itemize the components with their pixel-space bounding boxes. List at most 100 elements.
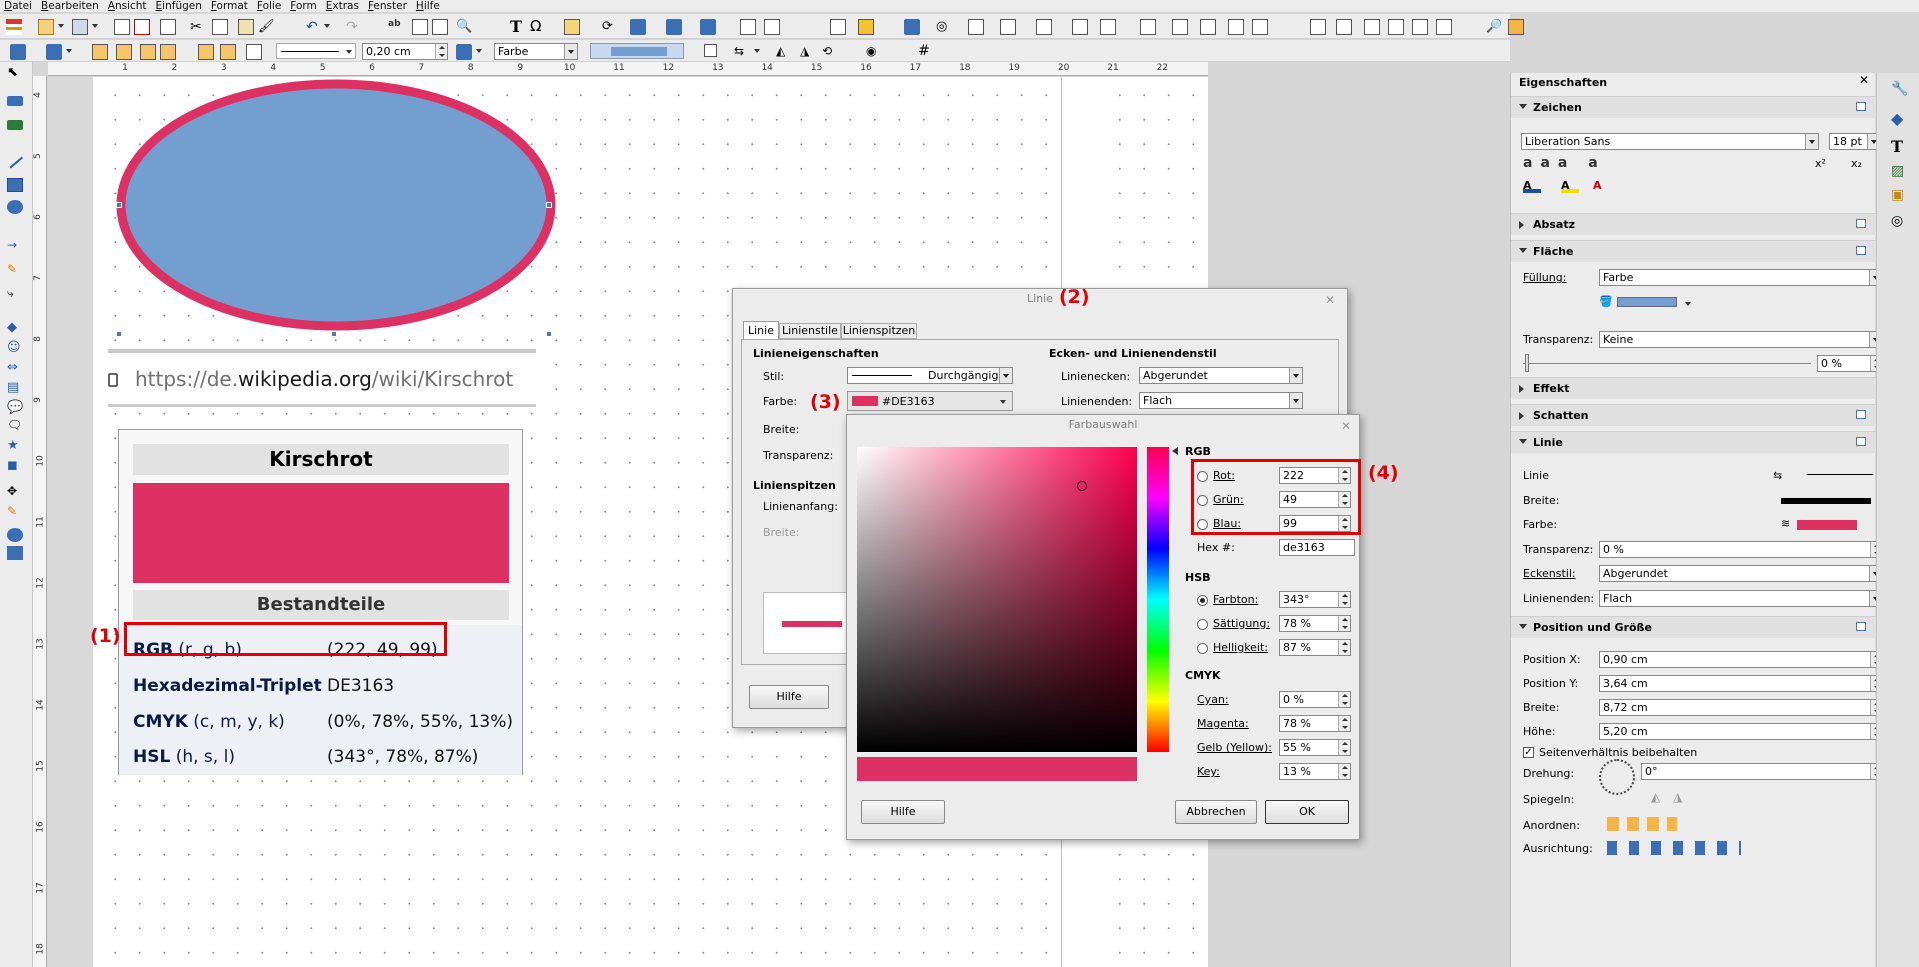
chart-icon[interactable] [1140,19,1156,35]
corner-style-select[interactable]: Abgerundet [1599,565,1883,582]
3d-objects-icon[interactable]: ◼ [7,458,23,473]
points-tool-icon[interactable]: ✥ [7,484,23,498]
brightness-input[interactable]: 87 % [1279,639,1351,656]
pos-y-input[interactable]: 3,64 cm [1599,675,1883,692]
distribute-icon[interactable] [700,19,716,35]
line-style-preview[interactable] [1807,474,1873,475]
key-input[interactable]: 13 % [1279,763,1351,780]
rotation-input[interactable]: 0° [1641,763,1883,780]
paste-icon[interactable] [238,19,254,35]
chevron-down-icon[interactable] [754,49,760,53]
hue-radio[interactable] [1197,595,1208,606]
menu-bearbeiten[interactable]: Bearbeiten [41,0,99,12]
transformations-icon[interactable]: ⟳ [602,19,618,35]
shapes-diamond-icon[interactable]: ◆ [1891,109,1903,128]
line-style-select[interactable] [276,43,356,59]
ellipse-body[interactable] [116,79,556,331]
copy-icon[interactable] [212,19,228,35]
color-select[interactable]: #DE3163 [847,391,1013,411]
line-color-swatch[interactable] [1797,520,1857,530]
close-icon[interactable]: ✕ [1325,293,1335,307]
navigator-compass-icon[interactable]: ◎ [1891,213,1903,229]
rotate-icon[interactable] [1072,19,1088,35]
magenta-input[interactable]: 78 % [1279,715,1351,732]
yellow-input[interactable]: 55 % [1279,739,1351,756]
selection-handle[interactable] [116,202,122,208]
points-edit-icon[interactable]: ◉ [866,44,882,60]
section-linie[interactable]: Linie [1511,431,1876,453]
ellipse-alt-icon[interactable] [7,528,23,542]
fill-color-swatch[interactable] [1617,297,1677,307]
color-picker-cursor[interactable] [1077,481,1087,491]
chevron-down-icon[interactable] [1685,302,1691,306]
gallery-icon[interactable]: ▨ [1891,163,1904,179]
navigator-icon[interactable] [1252,19,1268,35]
slide-layout-icon[interactable] [1388,19,1404,35]
line-width-preview[interactable] [1781,498,1871,504]
transparency-select[interactable]: Keine [1599,331,1883,348]
size-height-input[interactable]: 5,20 cm [1599,723,1883,740]
ungroup-icon[interactable] [220,44,236,60]
section-position-size[interactable]: Position und Größe [1511,616,1876,638]
fill-color-tool-icon[interactable] [7,120,23,130]
line-properties-icon[interactable] [10,44,26,60]
fill-color-button[interactable] [590,43,684,59]
transparency-slider[interactable] [1523,363,1811,364]
color-field[interactable] [857,447,1137,752]
size-width-input[interactable]: 8,72 cm [1599,699,1883,716]
selection-handle[interactable] [116,331,122,337]
transform-icon[interactable]: ⟲ [822,44,838,60]
close-icon[interactable]: ✕ [1341,419,1351,433]
zoom-pan-icon[interactable] [1436,19,1452,35]
arrow-style-icon[interactable] [46,44,62,60]
font-name-select[interactable]: Liberation Sans [1521,133,1819,150]
presentation-icon[interactable] [1310,19,1326,35]
animation-icon[interactable]: ▣ [1891,187,1904,203]
highlight-icon[interactable]: A [1561,179,1579,193]
align-objects-icon[interactable]: ◭ [776,44,792,60]
callout-icon[interactable]: 🗨 [7,418,23,432]
print-icon[interactable] [160,19,176,35]
send-to-back-icon[interactable] [160,44,176,60]
rectangle-icon[interactable] [968,19,984,35]
rectangle-tool-icon[interactable] [7,178,23,192]
rectangle-alt-icon[interactable] [7,546,23,560]
selection-handle[interactable] [331,331,337,337]
fontwork-gallery-icon[interactable] [1200,19,1216,35]
line-color-tool-icon[interactable] [7,96,23,106]
block-arrows-icon[interactable]: ⇔ [7,360,23,375]
extension-icon[interactable] [1508,19,1524,35]
keep-ratio-checkbox[interactable]: ✓ [1523,747,1534,758]
symbol-shapes-icon[interactable]: ☺ [7,340,23,355]
ok-button[interactable]: OK [1265,800,1349,824]
arrow-style-icon[interactable]: ⇆ [1773,469,1782,482]
chevron-down-icon[interactable] [324,24,330,28]
menu-folie[interactable]: Folie [257,0,281,12]
tab-linienspitzen[interactable]: Linienspitzen [841,323,917,339]
area-style-select[interactable]: Farbe [494,43,578,60]
menu-form[interactable]: Form [290,0,316,12]
redo-icon[interactable]: ↷ [346,19,362,35]
clone-formatting-icon[interactable]: 🖌 [258,19,275,35]
chevron-down-icon[interactable] [66,49,72,53]
tab-linie[interactable]: Linie [743,321,779,339]
text-icon[interactable]: T [510,19,526,35]
zoom-in-icon[interactable]: 🔎 [1486,19,1502,35]
callouts-icon[interactable]: 💬 [7,400,23,415]
styles-icon[interactable]: T [1891,137,1903,156]
stars-icon[interactable]: ★ [7,438,23,453]
menu-fenster[interactable]: Fenster [368,0,407,12]
media-icon[interactable] [1172,19,1188,35]
font-style-icons[interactable]: aaa a [1523,155,1606,171]
menu-hilfe[interactable]: Hilfe [416,0,440,12]
tab-linienstile[interactable]: Linienstile [779,323,841,339]
section-zeichen[interactable]: Zeichen [1511,96,1876,118]
align-icons[interactable] [1607,841,1741,855]
crop-icon[interactable] [764,19,780,35]
ellipse-shape[interactable] [108,77,558,339]
flip-vertical-icon[interactable] [1000,19,1016,35]
basic-shapes-icon[interactable]: ◆ [7,320,23,335]
master-slide-icon[interactable] [1364,19,1380,35]
menu-einfuegen[interactable]: Einfügen [156,0,202,12]
properties-wrench-icon[interactable]: 🔧 [1891,81,1908,97]
